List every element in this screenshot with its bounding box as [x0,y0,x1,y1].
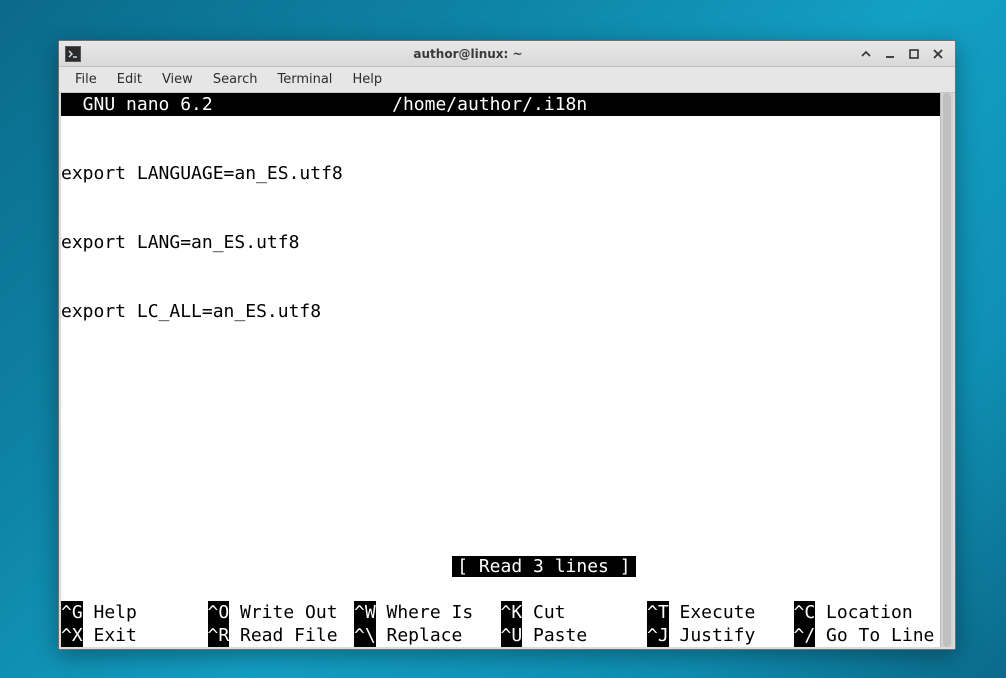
terminal-viewport[interactable]: GNU nano 6.2 /home/author/.i18n export L… [61,93,940,647]
nano-titlebar: GNU nano 6.2 /home/author/.i18n [61,93,940,116]
nano-status-line: [ Read 3 lines ] [61,532,940,601]
menu-help[interactable]: Help [342,68,392,91]
close-button[interactable] [927,45,949,63]
menu-search[interactable]: Search [203,68,268,91]
terminal-icon [65,46,81,62]
window-titlebar[interactable]: author@linux: ~ [59,41,955,67]
shortcut-replace[interactable]: ^\Replace [354,624,501,647]
nano-editor[interactable]: export LANGUAGE=an_ES.utf8 export LANG=a… [61,116,940,532]
menu-view[interactable]: View [152,68,203,91]
shortcut-where-is[interactable]: ^WWhere Is [354,601,501,624]
nano-file-path: /home/author/.i18n [213,93,767,116]
shortcut-read-file[interactable]: ^RRead File [208,624,355,647]
editor-line: export LC_ALL=an_ES.utf8 [61,300,940,323]
shortcut-paste[interactable]: ^UPaste [501,624,648,647]
menu-edit[interactable]: Edit [107,68,152,91]
nano-status-text: [ Read 3 lines ] [452,556,636,577]
window-title: author@linux: ~ [87,47,849,61]
menu-file[interactable]: File [65,68,107,91]
rollup-button[interactable] [855,45,877,63]
menu-terminal[interactable]: Terminal [267,68,342,91]
shortcut-execute[interactable]: ^TExecute [647,601,794,624]
terminal-scrollbar[interactable] [940,93,953,647]
nano-app-label: GNU nano 6.2 [61,93,213,116]
shortcut-location[interactable]: ^CLocation [794,601,941,624]
nano-titlebar-right [767,93,940,116]
menubar: File Edit View Search Terminal Help [59,67,955,93]
editor-line: export LANGUAGE=an_ES.utf8 [61,162,940,185]
shortcut-cut[interactable]: ^KCut [501,601,648,624]
nano-shortcuts: ^GHelp ^OWrite Out ^WWhere Is ^KCut ^TEx… [61,601,940,647]
minimize-button[interactable] [879,45,901,63]
shortcut-help[interactable]: ^GHelp [61,601,208,624]
shortcut-exit[interactable]: ^XExit [61,624,208,647]
maximize-button[interactable] [903,45,925,63]
shortcut-write-out[interactable]: ^OWrite Out [208,601,355,624]
shortcut-justify[interactable]: ^JJustify [647,624,794,647]
terminal-window: author@linux: ~ File Edit View Search Te… [58,40,956,650]
editor-line: export LANG=an_ES.utf8 [61,231,940,254]
scrollbar-thumb[interactable] [943,93,951,647]
terminal-viewport-wrap: GNU nano 6.2 /home/author/.i18n export L… [59,93,955,649]
shortcut-go-to-line[interactable]: ^/Go To Line [794,624,941,647]
